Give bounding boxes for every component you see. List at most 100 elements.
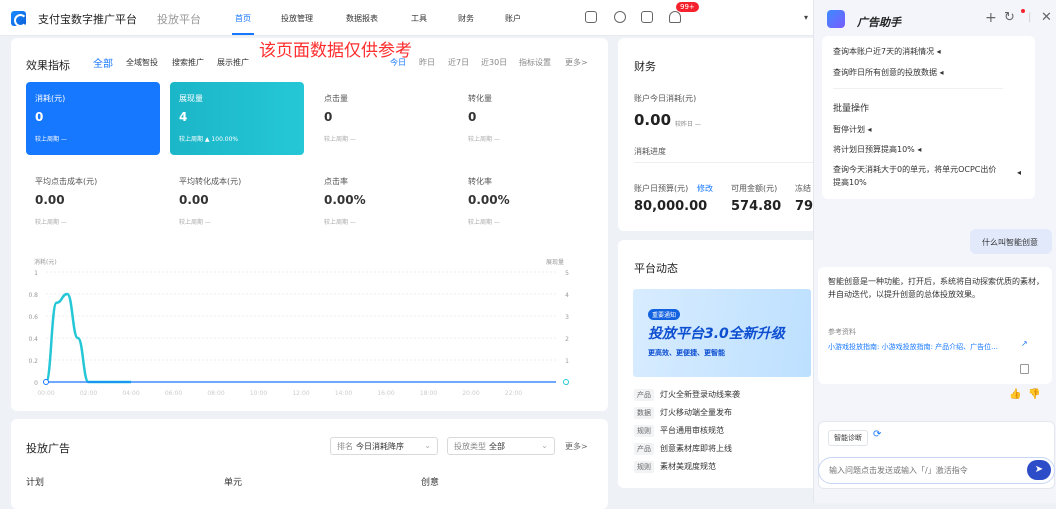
- nav-account[interactable]: 账户: [505, 13, 521, 24]
- history-icon[interactable]: ↻: [1004, 10, 1015, 25]
- effect-title: 效果指标: [26, 59, 70, 72]
- budget-value: 80,000.00: [634, 199, 708, 214]
- cost-point-marker: [43, 379, 49, 385]
- metric-card-impressions[interactable]: 展现量 4 较上周期 ▲ 100.00%: [170, 82, 304, 155]
- news-item[interactable]: 产品 创意素材库即将上线: [634, 443, 732, 455]
- y-right-tick-label: 4: [565, 292, 569, 299]
- metric-settings-link[interactable]: 指标设置: [519, 57, 551, 68]
- batch-item[interactable]: 将计划日预算提高10% ◂: [833, 143, 921, 156]
- news-item[interactable]: 数据 灯火移动端全量发布: [634, 407, 732, 419]
- metric-card-avg-cpa[interactable]: 平均转化成本(元) 0.00 较上周期 —: [170, 165, 304, 238]
- tab-all[interactable]: 全部: [93, 55, 113, 70]
- suggestion-query[interactable]: 查询昨日所有创意的投放数据 ◂: [833, 66, 944, 79]
- batch-item[interactable]: 暂停计划 ◂: [833, 123, 872, 136]
- chevron-down-icon[interactable]: ▾: [804, 13, 808, 22]
- nav-tools[interactable]: 工具: [411, 13, 427, 24]
- send-button[interactable]: ➤: [1027, 460, 1051, 480]
- chevron-down-icon: ⌄: [424, 441, 431, 450]
- alipay-logo-icon: [11, 11, 27, 27]
- news-text: 创意素材库即将上线: [660, 444, 732, 453]
- smart-diagnosis-chip[interactable]: 智能诊断: [828, 430, 868, 446]
- nav-data-reports[interactable]: 数据报表: [346, 13, 378, 24]
- x-tick-label: 02:00: [80, 390, 97, 397]
- nav-finance[interactable]: 财务: [458, 13, 474, 24]
- metric-compare: 较上周期 —: [468, 136, 500, 143]
- x-tick-label: 20:00: [462, 390, 479, 397]
- add-chat-icon[interactable]: +: [985, 10, 997, 26]
- ads-more-link[interactable]: 更多>: [565, 441, 588, 452]
- metric-compare: 较上周期 —: [324, 219, 356, 226]
- suggestion-query[interactable]: 查询本账户近7天的消耗情况 ◂: [833, 45, 941, 58]
- y-left-tick-label: 0.4: [28, 336, 38, 343]
- copy-icon[interactable]: [1020, 364, 1029, 374]
- budget-label: 账户日预算(元): [634, 184, 689, 193]
- metric-value: 0: [35, 110, 44, 124]
- news-item[interactable]: 产品 灯火全新登录动线来袭: [634, 389, 740, 401]
- nav-active-indicator: [232, 33, 254, 35]
- tab-global-smart[interactable]: 全域智投: [126, 57, 158, 68]
- nav-home[interactable]: 首页: [235, 13, 251, 24]
- sort-value: 今日消耗降序: [356, 442, 404, 451]
- platform-switcher[interactable]: 投放平台: [157, 11, 201, 27]
- metric-value: 0.00: [179, 193, 209, 207]
- metric-card-ctr[interactable]: 点击率 0.00% 较上周期 —: [315, 165, 449, 238]
- metric-card-clicks[interactable]: 点击量 0 较上周期 —: [315, 82, 449, 155]
- news-tag: 规则: [634, 461, 654, 473]
- bell-icon[interactable]: [669, 11, 681, 23]
- date-tab-yesterday[interactable]: 昨日: [419, 57, 435, 68]
- news-item[interactable]: 规则 平台通用审核规范: [634, 425, 724, 437]
- banner-subline: 更高效、更便捷、更智能: [648, 349, 725, 357]
- watermark-text: 该页面数据仅供参考: [259, 41, 412, 61]
- x-tick-label: 08:00: [207, 390, 224, 397]
- type-select[interactable]: 投放类型 全部 ⌄: [447, 437, 555, 455]
- thumbs-down-icon[interactable]: 👎: [1028, 389, 1040, 400]
- x-tick-label: 22:00: [505, 390, 522, 397]
- y-right-tick-label: 2: [565, 336, 569, 343]
- today-cost-value: 0.00: [634, 111, 672, 129]
- x-tick-label: 12:00: [292, 390, 309, 397]
- date-tab-30days[interactable]: 近30日: [481, 57, 507, 68]
- x-tick-label: 10:00: [250, 390, 267, 397]
- tab-display-promo[interactable]: 展示推广: [217, 57, 249, 68]
- external-link-icon[interactable]: ↗: [1021, 339, 1028, 348]
- notification-badge: 99+: [676, 2, 699, 12]
- tab-search-promo[interactable]: 搜索推广: [172, 57, 204, 68]
- metric-card-avg-cpc[interactable]: 平均点击成本(元) 0.00 较上周期 —: [26, 165, 160, 238]
- metric-label: 点击量: [324, 94, 348, 103]
- metric-card-conversions[interactable]: 转化量 0 较上周期 —: [459, 82, 593, 155]
- sort-prefix: 排名: [337, 442, 353, 451]
- chat-input[interactable]: [818, 457, 1055, 484]
- news-tag: 产品: [634, 443, 654, 455]
- x-tick-label: 06:00: [165, 390, 182, 397]
- news-text: 灯火全新登录动线来袭: [660, 390, 740, 399]
- upgrade-banner[interactable]: 重要通知 投放平台3.0全新升级 更高效、更便捷、更智能: [633, 289, 811, 377]
- today-compare: 较昨日 —: [675, 121, 701, 128]
- batch-item[interactable]: 查询今天消耗大于0的单元，将单元OCPC出价提高10%: [833, 163, 998, 189]
- y-left-tick-label: 0.6: [28, 314, 38, 321]
- help-icon[interactable]: [614, 11, 626, 23]
- task-icon[interactable]: [641, 11, 653, 23]
- news-tag: 产品: [634, 389, 654, 401]
- metric-compare: 较上周期 ▲ 100.00%: [179, 136, 239, 143]
- impressions-point-marker: [563, 379, 569, 385]
- refresh-icon[interactable]: ⟳: [873, 429, 881, 440]
- thumbs-up-icon[interactable]: 👍: [1009, 389, 1021, 400]
- metric-card-cost[interactable]: 消耗(元) 0 较上周期 —: [26, 82, 160, 155]
- ads-title: 投放广告: [26, 442, 70, 455]
- news-item[interactable]: 规则 素材美观度规范: [634, 461, 716, 473]
- date-tab-7days[interactable]: 近7日: [448, 57, 469, 68]
- send-arrow-icon[interactable]: ◂: [1017, 168, 1021, 177]
- nav-campaign-management[interactable]: 投放管理: [281, 13, 313, 24]
- more-link[interactable]: 更多>: [565, 57, 588, 68]
- metric-value: 0: [324, 110, 333, 124]
- metric-compare: 较上周期 —: [35, 136, 67, 143]
- phone-icon[interactable]: [585, 11, 597, 23]
- sort-select[interactable]: 排名 今日消耗降序 ⌄: [330, 437, 438, 455]
- banner-headline: 投放平台3.0全新升级: [648, 326, 785, 342]
- close-icon[interactable]: ✕: [1041, 10, 1052, 25]
- reference-link[interactable]: 小游戏投放指南: 小游戏投放指南: 产品介绍、广告位...: [828, 341, 998, 354]
- budget-edit-link[interactable]: 修改: [697, 183, 713, 194]
- metric-card-cvr[interactable]: 转化率 0.00% 较上周期 —: [459, 165, 593, 238]
- metric-label: 展现量: [179, 94, 203, 103]
- metric-label: 转化量: [468, 94, 492, 103]
